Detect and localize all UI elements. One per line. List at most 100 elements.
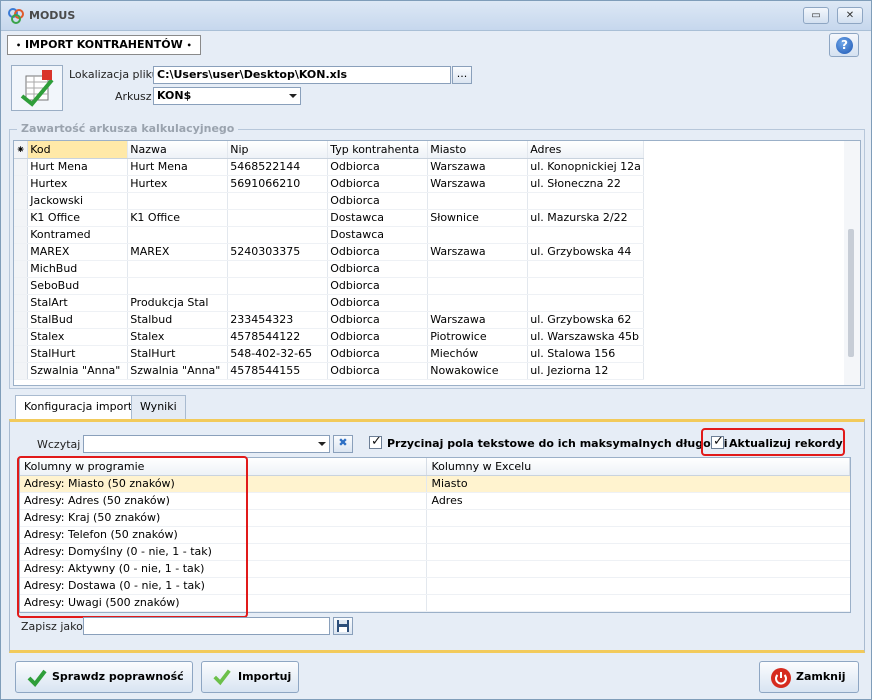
table-cell[interactable]	[427, 277, 529, 295]
restore-window-button[interactable]: ▭	[803, 7, 829, 24]
table-cell[interactable]: 4578544122	[227, 328, 329, 346]
table-row[interactable]: Hurt Mena Hurt Mena 5468522144 Odbiorca Wars…	[14, 158, 644, 176]
table-cell[interactable]: K1 Office	[127, 209, 229, 227]
validate-button[interactable]: Sprawdz poprawność	[15, 661, 193, 693]
table-cell[interactable]: 4578544155	[227, 362, 329, 380]
save-as-input[interactable]	[83, 617, 330, 635]
table-cell[interactable]: ul. Mazurska 2/22	[527, 209, 644, 227]
help-button[interactable]: ?	[829, 33, 859, 57]
table-row[interactable]: MAREX MAREX 5240303375 Odbiorca Warszawa ul. …	[14, 243, 644, 261]
table-cell[interactable]	[427, 294, 529, 312]
table-cell[interactable]	[427, 226, 529, 244]
excel-column-cell[interactable]	[426, 543, 850, 561]
table-cell[interactable]: StalBud	[27, 311, 129, 329]
table-cell[interactable]: Odbiorca	[327, 294, 429, 312]
excel-column-cell[interactable]: Miasto	[426, 475, 850, 493]
sheet-preview-grid[interactable]: ⁕ Kod Nazwa Nip Typ kontrahenta Miasto A…	[13, 140, 861, 386]
table-row[interactable]: K1 Office K1 Office Dostawca Słownice ul. Ma…	[14, 209, 644, 227]
table-cell[interactable]: 5691066210	[227, 175, 329, 193]
table-cell[interactable]: Odbiorca	[327, 345, 429, 363]
table-cell[interactable]: 548-402-32-65	[227, 345, 329, 363]
table-cell[interactable]: Odbiorca	[327, 328, 429, 346]
sheet-vertical-scrollbar[interactable]	[844, 141, 860, 385]
table-cell[interactable]	[227, 192, 329, 210]
column-header-kod[interactable]: Kod	[27, 141, 129, 159]
table-cell[interactable]: MichBud	[27, 260, 129, 278]
table-cell[interactable]: Kontramed	[27, 226, 129, 244]
table-cell[interactable]	[527, 192, 644, 210]
table-cell[interactable]: 233454323	[227, 311, 329, 329]
table-cell[interactable]: Odbiorca	[327, 243, 429, 261]
clear-config-button[interactable]: ✖	[333, 435, 353, 453]
table-cell[interactable]	[527, 260, 644, 278]
table-cell[interactable]: Szwalnia "Anna"	[127, 362, 229, 380]
table-cell[interactable]: ul. Grzybowska 62	[527, 311, 644, 329]
table-cell[interactable]: Warszawa	[427, 311, 529, 329]
mapping-header-excel[interactable]: Kolumny w Excelu	[426, 458, 850, 476]
table-cell[interactable]: Warszawa	[427, 158, 529, 176]
column-header-nazwa[interactable]: Nazwa	[127, 141, 229, 159]
table-row[interactable]: Stalex Stalex 4578544122 Odbiorca Piotrowice…	[14, 328, 644, 346]
file-location-input[interactable]: C:\Users\user\Desktop\KON.xls	[153, 66, 451, 84]
table-row[interactable]: MichBud Odbiorca	[14, 260, 644, 278]
table-cell[interactable]: MAREX	[27, 243, 129, 261]
table-row[interactable]: StalBud Stalbud 233454323 Odbiorca Warszawa u…	[14, 311, 644, 329]
table-cell[interactable]	[227, 277, 329, 295]
table-cell[interactable]: Stalbud	[127, 311, 229, 329]
table-cell[interactable]	[127, 192, 229, 210]
document-tab-import[interactable]: • IMPORT KONTRAHENTÓW •	[7, 35, 201, 55]
excel-column-cell[interactable]	[426, 594, 850, 612]
table-cell[interactable]	[527, 294, 644, 312]
load-config-select[interactable]	[83, 435, 330, 453]
excel-column-cell[interactable]: Adres	[426, 492, 850, 510]
table-cell[interactable]: Odbiorca	[327, 311, 429, 329]
table-cell[interactable]: Odbiorca	[327, 260, 429, 278]
excel-column-cell[interactable]	[426, 577, 850, 595]
close-button[interactable]: Zamknij	[759, 661, 859, 693]
table-cell[interactable]: Słownice	[427, 209, 529, 227]
tab-konfiguracja[interactable]: Konfiguracja importu	[15, 395, 149, 420]
table-cell[interactable]: Warszawa	[427, 243, 529, 261]
table-cell[interactable]: Produkcja Stal	[127, 294, 229, 312]
table-cell[interactable]: Odbiorca	[327, 277, 429, 295]
table-cell[interactable]: Warszawa	[427, 175, 529, 193]
table-cell[interactable]	[127, 226, 229, 244]
table-cell[interactable]	[427, 260, 529, 278]
table-row[interactable]: Szwalnia "Anna" Szwalnia "Anna" 4578544155…	[14, 362, 644, 380]
table-cell[interactable]: Hurtex	[127, 175, 229, 193]
table-cell[interactable]: Dostawca	[327, 226, 429, 244]
table-cell[interactable]: Piotrowice	[427, 328, 529, 346]
table-cell[interactable]: Jackowski	[27, 192, 129, 210]
table-cell[interactable]: 5468522144	[227, 158, 329, 176]
column-header-nip[interactable]: Nip	[227, 141, 329, 159]
table-cell[interactable]: ul. Słoneczna 22	[527, 175, 644, 193]
table-cell[interactable]	[127, 260, 229, 278]
update-records-checkbox[interactable]: ✓	[711, 434, 724, 449]
table-row[interactable]: StalHurt StalHurt 548-402-32-65 Odbiorca Mie…	[14, 345, 644, 363]
close-window-button[interactable]: ✕	[837, 7, 863, 24]
table-cell[interactable]: Miechów	[427, 345, 529, 363]
column-header-miasto[interactable]: Miasto	[427, 141, 529, 159]
table-cell[interactable]	[227, 260, 329, 278]
table-row[interactable]: Kontramed Dostawca	[14, 226, 644, 244]
trim-fields-checkbox[interactable]: ✓	[369, 434, 382, 449]
excel-column-cell[interactable]	[426, 526, 850, 544]
table-cell[interactable]: Hurt Mena	[127, 158, 229, 176]
table-cell[interactable]	[527, 277, 644, 295]
tab-wyniki[interactable]: Wyniki	[131, 395, 186, 419]
table-row[interactable]: Hurtex Hurtex 5691066210 Odbiorca Warszawa ul…	[14, 175, 644, 193]
table-cell[interactable]: Stalex	[27, 328, 129, 346]
import-button[interactable]: Importuj	[201, 661, 299, 693]
table-cell[interactable]: ul. Jeziorna 12	[527, 362, 644, 380]
table-cell[interactable]: Szwalnia "Anna"	[27, 362, 129, 380]
sheet-select[interactable]: KON$	[153, 87, 301, 105]
table-cell[interactable]: StalHurt	[127, 345, 229, 363]
table-cell[interactable]	[227, 226, 329, 244]
browse-file-button[interactable]: ...	[452, 66, 472, 84]
table-cell[interactable]: Hurtex	[27, 175, 129, 193]
table-cell[interactable]: Stalex	[127, 328, 229, 346]
excel-column-cell[interactable]	[426, 509, 850, 527]
column-header-typ[interactable]: Typ kontrahenta	[327, 141, 429, 159]
table-cell[interactable]: Odbiorca	[327, 192, 429, 210]
table-cell[interactable]: Hurt Mena	[27, 158, 129, 176]
